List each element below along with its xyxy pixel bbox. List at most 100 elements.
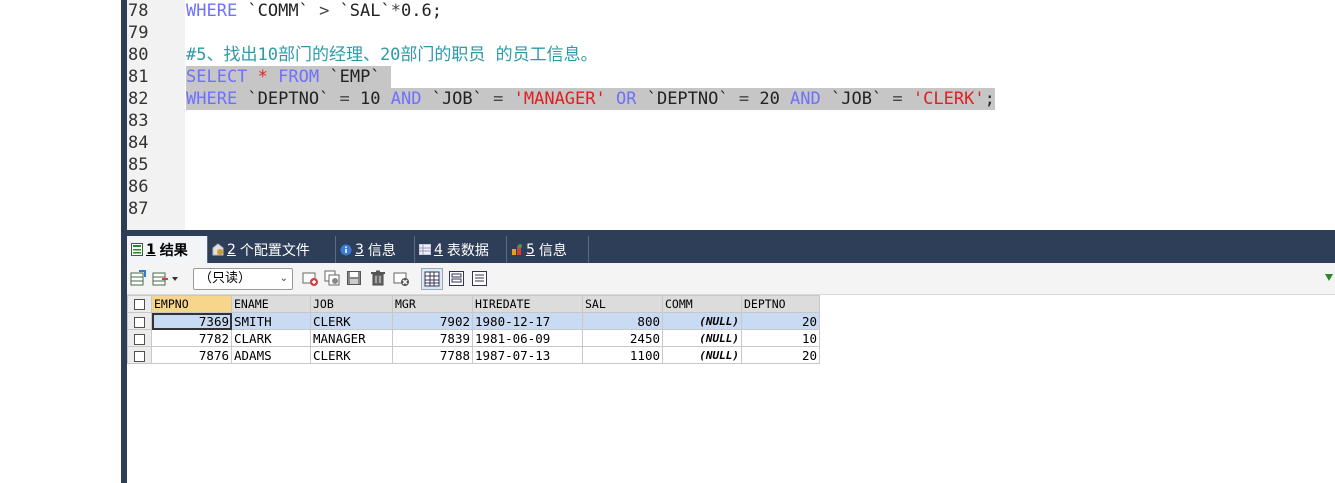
code-line[interactable]: 85 <box>127 154 1335 176</box>
cell-hiredate[interactable]: 1987-07-13 <box>472 346 583 364</box>
tab-info-2-label: 信息 <box>538 242 567 259</box>
cell-sal[interactable]: 1100 <box>582 346 663 364</box>
table-row[interactable]: 7876 ADAMS CLERK 7788 1987-07-13 1100 (N… <box>127 346 820 364</box>
code-line[interactable]: 82 WHERE `DEPTNO` = 10 AND `JOB` = 'MANAG… <box>127 88 1335 110</box>
code-line[interactable]: 79 <box>127 22 1335 44</box>
sql-token: = <box>339 89 350 109</box>
column-header-comm[interactable]: COMM <box>662 295 742 313</box>
cell-empno[interactable]: 7782 <box>151 329 232 347</box>
tab-profile[interactable]: 2 个配置文件 <box>208 236 336 263</box>
code-line[interactable]: 78 WHERE `COMM` > `SAL`*0.6; <box>127 0 1335 22</box>
cell-ename[interactable]: ADAMS <box>231 346 311 364</box>
sql-keyword: AND <box>390 89 422 109</box>
form-view-icon[interactable] <box>448 270 465 287</box>
code-text: WHERE `DEPTNO` = 10 AND `JOB` = 'MANAGER… <box>186 88 995 110</box>
row-checkbox[interactable] <box>127 346 152 364</box>
code-text: #5、找出10部门的经理、20部门的职员 的员工信息。 <box>186 44 598 66</box>
cell-empno[interactable]: 7876 <box>151 346 232 364</box>
cell-comm[interactable]: (NULL) <box>662 312 742 330</box>
code-line[interactable]: 80 #5、找出10部门的经理、20部门的职员 的员工信息。 <box>127 44 1335 66</box>
import-grid-icon[interactable] <box>152 270 169 287</box>
table-data-icon <box>419 243 431 256</box>
sql-token: > <box>319 1 330 21</box>
grid-view-icon[interactable] <box>421 268 443 290</box>
cell-deptno[interactable]: 10 <box>741 329 820 347</box>
sql-token: `DEPTNO` <box>237 89 340 109</box>
result-tabs-bar: 1 结果 2 个配置文件 3 信息 4 表数据 5 信息 <box>127 230 1335 263</box>
info2-icon <box>511 243 523 256</box>
profile-icon <box>212 243 224 256</box>
sql-token: = <box>892 89 903 109</box>
tab-info-2[interactable]: 5 信息 <box>507 236 589 263</box>
cell-mgr[interactable]: 7902 <box>392 312 473 330</box>
column-header-hiredate[interactable]: HIREDATE <box>472 295 583 313</box>
tab-info[interactable]: 3 信息 <box>336 236 415 263</box>
delete-icon[interactable] <box>370 270 387 287</box>
code-line[interactable]: 86 <box>127 176 1335 198</box>
save-icon[interactable] <box>346 270 363 287</box>
cell-empno[interactable]: 7369 <box>151 312 232 330</box>
row-checkbox[interactable] <box>127 312 152 330</box>
cell-job[interactable]: CLERK <box>310 312 393 330</box>
line-number: 85 <box>128 155 149 175</box>
code-line[interactable]: 81 SELECT * FROM `EMP` <box>127 66 1335 88</box>
sql-keyword: FROM <box>278 67 320 87</box>
dropdown-arrow-icon[interactable] <box>170 270 180 287</box>
cell-mgr[interactable]: 7788 <box>392 346 473 364</box>
readonly-mode-select[interactable]: （只读） ⌄ <box>193 268 293 290</box>
cell-hiredate[interactable]: 1981-06-09 <box>472 329 583 347</box>
export-grid-icon[interactable] <box>130 270 147 287</box>
cell-hiredate[interactable]: 1980-12-17 <box>472 312 583 330</box>
cell-deptno[interactable]: 20 <box>741 312 820 330</box>
cell-ename[interactable]: CLARK <box>231 329 311 347</box>
cell-deptno[interactable]: 20 <box>741 346 820 364</box>
cell-sal[interactable]: 2450 <box>582 329 663 347</box>
sql-token: * <box>390 1 401 21</box>
column-header-mgr[interactable]: MGR <box>392 295 473 313</box>
readonly-mode-value: （只读） <box>199 271 252 286</box>
select-all-checkbox[interactable] <box>127 295 152 313</box>
tab-table-data-label: 表数据 <box>446 242 489 259</box>
cell-job[interactable]: CLERK <box>310 346 393 364</box>
row-checkbox[interactable] <box>127 329 152 347</box>
column-header-deptno[interactable]: DEPTNO <box>741 295 820 313</box>
info-icon <box>340 243 352 256</box>
sql-token: 10 <box>349 89 391 109</box>
sql-token: 20 <box>749 89 791 109</box>
sql-token: 0.6; <box>401 1 442 21</box>
results-grid[interactable]: EMPNO ENAME JOB MGR HIREDATE SAL COMM DE… <box>127 295 820 364</box>
table-row[interactable]: 7782 CLARK MANAGER 7839 1981-06-09 2450 … <box>127 329 820 347</box>
cancel-changes-icon[interactable] <box>393 270 410 287</box>
tab-table-data[interactable]: 4 表数据 <box>415 236 507 263</box>
text-view-icon[interactable] <box>471 270 488 287</box>
sql-token: = <box>493 89 504 109</box>
column-header-empno[interactable]: EMPNO <box>151 295 232 313</box>
sqlyog-window: 78 WHERE `COMM` > `SAL`*0.6; 79 80 #5、找出10部门… <box>0 0 1335 483</box>
cell-job[interactable]: MANAGER <box>310 329 393 347</box>
column-header-sal[interactable]: SAL <box>582 295 663 313</box>
sql-editor[interactable]: 78 WHERE `COMM` > `SAL`*0.6; 79 80 #5、找出10部门… <box>127 0 1335 230</box>
sql-token: ; <box>984 89 995 109</box>
cell-sal[interactable]: 800 <box>582 312 663 330</box>
add-row-icon[interactable] <box>302 270 319 287</box>
filter-arrow-icon[interactable] <box>1323 270 1335 287</box>
cell-mgr[interactable]: 7839 <box>392 329 473 347</box>
code-line[interactable]: 87 <box>127 198 1335 220</box>
code-line[interactable]: 84 <box>127 132 1335 154</box>
cell-comm[interactable]: (NULL) <box>662 346 742 364</box>
duplicate-row-icon[interactable] <box>324 270 341 287</box>
tab-results[interactable]: 1 结果 <box>127 236 208 263</box>
sql-keyword: AND <box>790 89 821 109</box>
sql-token: `SAL` <box>329 1 391 21</box>
column-header-ename[interactable]: ENAME <box>231 295 311 313</box>
column-header-job[interactable]: JOB <box>310 295 393 313</box>
cell-ename[interactable]: SMITH <box>231 312 311 330</box>
cell-comm[interactable]: (NULL) <box>662 329 742 347</box>
code-line[interactable]: 83 <box>127 110 1335 132</box>
table-row[interactable]: 7369 SMITH CLERK 7902 1980-12-17 800 (NU… <box>127 312 820 330</box>
